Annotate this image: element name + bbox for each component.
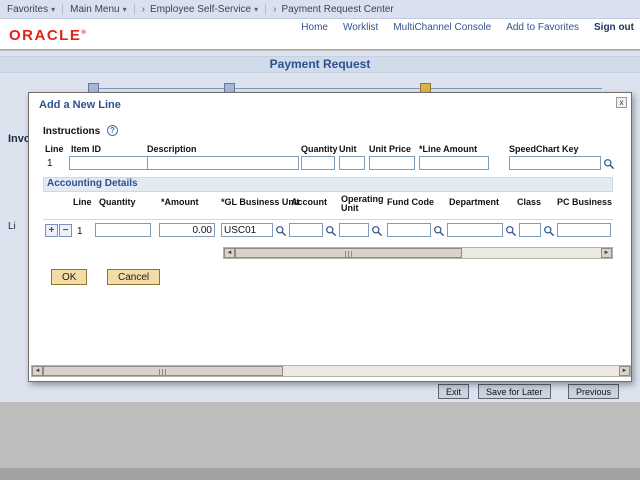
gl-business-unit-lookup-icon[interactable]: [275, 224, 287, 236]
line-number: 1: [47, 158, 53, 169]
caret-down-icon: ▾: [123, 5, 127, 14]
dialog-title: Add a New Line: [39, 99, 121, 111]
oracle-logo: ORACLE®: [9, 27, 87, 44]
chevron-right-icon: ›: [142, 4, 145, 15]
scroll-right-icon[interactable]: ►: [619, 366, 630, 376]
grid-col-class: Class: [517, 197, 541, 207]
grid-h-scrollbar[interactable]: ◄ ►: [223, 247, 613, 259]
description-input[interactable]: [147, 156, 299, 170]
separator: [265, 4, 266, 15]
pc-business-unit-input[interactable]: [557, 223, 611, 237]
class-lookup-icon[interactable]: [543, 224, 555, 236]
help-icon[interactable]: ?: [107, 125, 118, 136]
scrollbar-thumb[interactable]: [235, 248, 462, 258]
link-add-to-favorites[interactable]: Add to Favorites: [506, 22, 579, 33]
accounting-grid: Line Quantity *Amount *GL Business Unit …: [43, 195, 613, 245]
header-links: Home Worklist MultiChannel Console Add t…: [301, 22, 634, 33]
wizard-progress-line: [94, 88, 602, 89]
grid-col-pc-business-unit: PC Business Unit: [557, 197, 613, 207]
operating-unit-input[interactable]: [339, 223, 369, 237]
previous-button[interactable]: Previous: [568, 384, 619, 399]
operating-unit-lookup-icon[interactable]: [371, 224, 383, 236]
breadcrumb-favorites[interactable]: Favorites ▾: [7, 4, 55, 15]
grid-col-account: Account: [291, 197, 327, 207]
save-for-later-button[interactable]: Save for Later: [478, 384, 551, 399]
app-header: ORACLE® Home Worklist MultiChannel Conso…: [0, 19, 640, 50]
col-label-line: Line: [45, 144, 64, 154]
ok-button[interactable]: OK: [51, 269, 87, 285]
bottom-strip: [0, 468, 640, 480]
col-label-item-id: Item ID: [71, 144, 101, 154]
col-label-unit: Unit: [339, 144, 357, 154]
background-partial-text: Li: [8, 221, 28, 232]
caret-down-icon: ▾: [254, 5, 258, 14]
unit-input[interactable]: [339, 156, 365, 170]
breadcrumb-main-menu[interactable]: Main Menu ▾: [70, 4, 126, 15]
line-amount-input[interactable]: [419, 156, 489, 170]
scrollbar-thumb[interactable]: [43, 366, 283, 376]
exit-button[interactable]: Exit: [438, 384, 469, 399]
col-label-speedchart-key: SpeedChart Key: [509, 144, 579, 154]
separator: [134, 4, 135, 15]
account-lookup-icon[interactable]: [325, 224, 337, 236]
scroll-left-icon[interactable]: ◄: [32, 366, 43, 376]
caret-down-icon: ▾: [51, 5, 55, 14]
grid-header-divider: [43, 219, 613, 220]
department-input[interactable]: [447, 223, 503, 237]
thumb-grip: [345, 251, 353, 257]
quantity-input[interactable]: [301, 156, 335, 170]
grid-col-operating-unit: Operating Unit: [341, 195, 381, 213]
fund-code-lookup-icon[interactable]: [433, 224, 445, 236]
breadcrumb: Favorites ▾ Main Menu ▾ › Employee Self-…: [0, 0, 640, 19]
department-lookup-icon[interactable]: [505, 224, 517, 236]
registered-mark: ®: [81, 30, 87, 36]
breadcrumb-payment-request-center[interactable]: Payment Request Center: [281, 4, 393, 15]
grid-col-line: Line: [73, 197, 92, 207]
unit-price-input[interactable]: [369, 156, 415, 170]
grid-col-gl-business-unit: *GL Business Unit: [221, 197, 299, 207]
gl-business-unit-input[interactable]: [221, 223, 273, 237]
breadcrumb-label: Payment Request Center: [281, 4, 393, 15]
scroll-left-icon[interactable]: ◄: [224, 248, 235, 258]
speedchart-lookup-icon[interactable]: [603, 157, 615, 169]
breadcrumb-label: Main Menu: [70, 4, 119, 15]
breadcrumb-label: Favorites: [7, 4, 48, 15]
grid-col-fund-code: Fund Code: [387, 197, 434, 207]
link-sign-out[interactable]: Sign out: [594, 22, 634, 33]
delete-row-button[interactable]: −: [59, 224, 72, 237]
add-line-dialog: Add a New Line x Instructions ? Line Ite…: [28, 92, 632, 382]
grid-quantity-input[interactable]: [95, 223, 151, 237]
col-label-description: Description: [147, 144, 197, 154]
link-home[interactable]: Home: [301, 22, 328, 33]
grid-row-line-number: 1: [77, 226, 83, 237]
link-worklist[interactable]: Worklist: [343, 22, 378, 33]
class-input[interactable]: [519, 223, 541, 237]
add-row-button[interactable]: +: [45, 224, 58, 237]
breadcrumb-employee-self-service[interactable]: Employee Self-Service ▾: [150, 4, 258, 15]
grid-col-amount: *Amount: [161, 197, 199, 207]
dialog-h-scrollbar[interactable]: ◄ ►: [31, 365, 631, 377]
scroll-right-icon[interactable]: ►: [601, 248, 612, 258]
thumb-grip: [159, 369, 167, 375]
breadcrumb-label: Employee Self-Service: [150, 4, 251, 15]
grid-amount-input[interactable]: [159, 223, 215, 237]
fund-code-input[interactable]: [387, 223, 431, 237]
chevron-right-icon: ›: [273, 4, 276, 15]
speedchart-key-input[interactable]: [509, 156, 601, 170]
col-label-line-amount: *Line Amount: [419, 144, 477, 154]
close-icon[interactable]: x: [616, 97, 627, 108]
account-input[interactable]: [289, 223, 323, 237]
col-label-unit-price: Unit Price: [369, 144, 411, 154]
separator: [62, 4, 63, 15]
link-multichannel-console[interactable]: MultiChannel Console: [393, 22, 491, 33]
grid-col-department: Department: [449, 197, 499, 207]
accounting-details-header: Accounting Details: [43, 177, 613, 192]
instructions-label: Instructions: [43, 126, 100, 137]
cancel-button[interactable]: Cancel: [107, 269, 160, 285]
page-title: Payment Request: [0, 56, 640, 73]
grid-col-quantity: Quantity: [99, 197, 136, 207]
col-label-quantity: Quantity: [301, 144, 338, 154]
item-id-input[interactable]: [69, 156, 155, 170]
